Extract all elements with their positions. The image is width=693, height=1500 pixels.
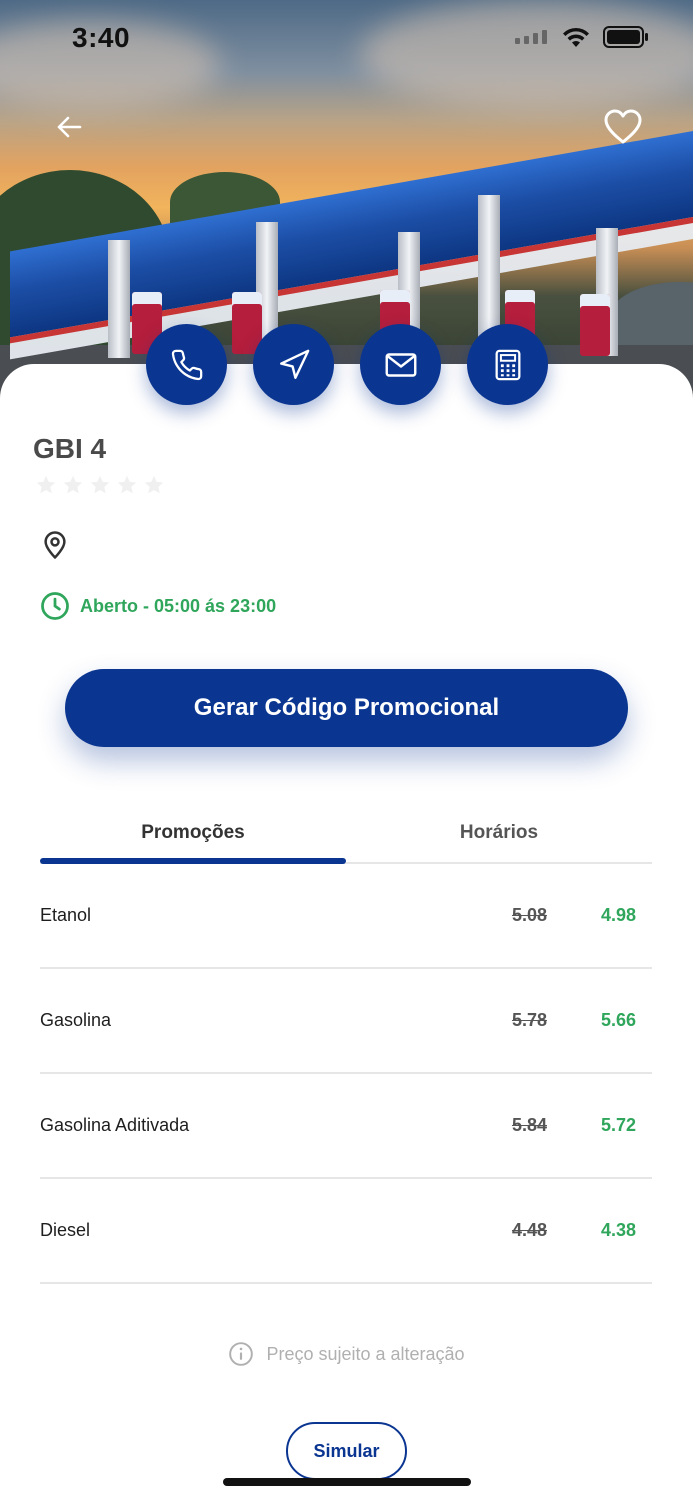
star-icon bbox=[63, 475, 83, 494]
star-icon bbox=[90, 475, 110, 494]
email-button[interactable] bbox=[360, 324, 441, 405]
fuel-name: Diesel bbox=[40, 1220, 91, 1240]
promo-price: 4.98 bbox=[600, 905, 636, 925]
tab-bar: Promoções Horários bbox=[40, 812, 652, 864]
simulate-button[interactable]: Simular bbox=[286, 1422, 407, 1480]
clock-icon bbox=[41, 592, 69, 620]
price-row: Diesel 4.48 4.38 bbox=[40, 1179, 652, 1284]
price-list: Etanol 5.08 4.98 Gasolina 5.78 5.66 Gaso… bbox=[40, 864, 652, 1284]
call-button[interactable] bbox=[146, 324, 227, 405]
fuel-name: Gasolina bbox=[40, 1010, 112, 1030]
cellular-signal-icon bbox=[515, 30, 547, 44]
map-pin-icon bbox=[44, 531, 66, 559]
location-pin[interactable] bbox=[40, 529, 70, 566]
status-icons bbox=[515, 26, 649, 48]
disclaimer-text: Preço sujeito a alteração bbox=[266, 1343, 465, 1364]
mail-icon bbox=[385, 352, 416, 377]
old-price: 5.08 bbox=[511, 905, 547, 925]
wifi-icon bbox=[563, 27, 589, 47]
opening-hours: Aberto - 05:00 ás 23:00 bbox=[40, 591, 276, 621]
price-row: Gasolina Aditivada 5.84 5.72 bbox=[40, 1074, 652, 1179]
star-icon bbox=[144, 475, 164, 494]
navigation-arrow-icon bbox=[279, 349, 309, 379]
arrow-left-icon bbox=[57, 116, 82, 138]
star-icon bbox=[36, 475, 56, 494]
calculator-icon bbox=[495, 349, 520, 380]
old-price: 5.78 bbox=[511, 1010, 547, 1030]
favorite-button[interactable] bbox=[600, 104, 646, 150]
station-name: GBI 4 bbox=[33, 433, 107, 464]
back-button[interactable] bbox=[46, 104, 92, 150]
rating-stars bbox=[35, 474, 165, 496]
home-indicator bbox=[223, 1478, 471, 1486]
calculator-button[interactable] bbox=[467, 324, 548, 405]
status-time: 3:40 bbox=[72, 22, 131, 53]
promo-price: 4.38 bbox=[600, 1220, 636, 1240]
phone-icon bbox=[171, 349, 202, 380]
price-row: Etanol 5.08 4.98 bbox=[40, 864, 652, 969]
battery-icon bbox=[603, 26, 648, 48]
fuel-name: Gasolina Aditivada bbox=[40, 1115, 190, 1135]
heart-icon bbox=[604, 109, 642, 144]
price-disclaimer: Preço sujeito a alteração bbox=[0, 1341, 693, 1367]
promo-price: 5.66 bbox=[600, 1010, 636, 1030]
star-icon bbox=[117, 475, 137, 494]
promo-price: 5.72 bbox=[600, 1115, 636, 1135]
quick-actions bbox=[146, 324, 548, 405]
old-price: 4.48 bbox=[511, 1220, 547, 1240]
price-row: Gasolina 5.78 5.66 bbox=[40, 969, 652, 1074]
info-icon bbox=[229, 1342, 254, 1366]
opening-hours-text: Aberto - 05:00 ás 23:00 bbox=[80, 595, 277, 616]
tab-horarios[interactable]: Horários bbox=[346, 812, 652, 862]
tab-promocoes[interactable]: Promoções bbox=[40, 812, 346, 864]
fuel-name: Etanol bbox=[40, 905, 92, 925]
generate-promo-code-button[interactable]: Gerar Código Promocional bbox=[65, 669, 628, 747]
navigate-button[interactable] bbox=[253, 324, 334, 405]
old-price: 5.84 bbox=[511, 1115, 547, 1135]
